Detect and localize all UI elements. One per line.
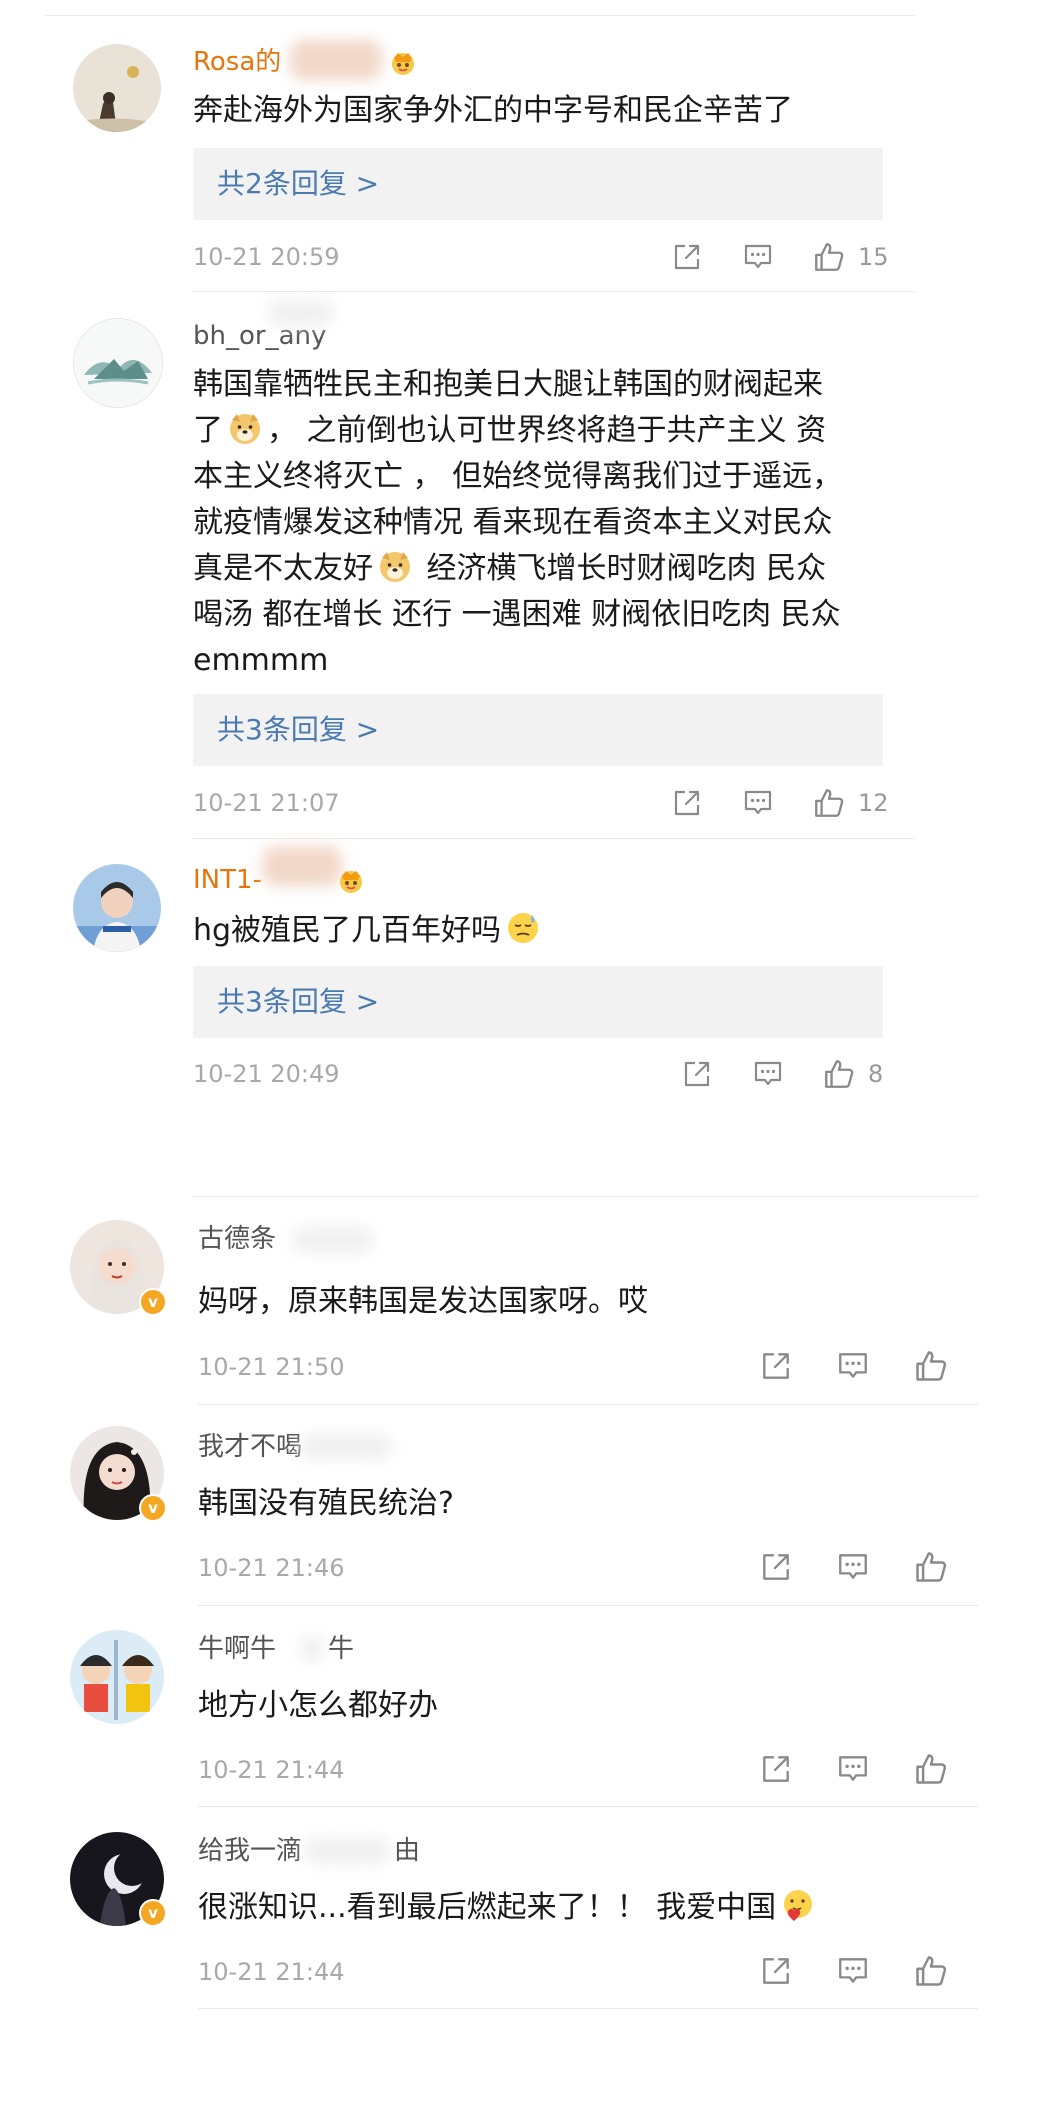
timestamp: 10-21 21:50 [198,1353,345,1381]
top-divider [45,15,915,16]
replies-link[interactable]: 共3条回复 > [193,694,883,766]
blurred-name-mask [290,40,382,80]
timestamp: 10-21 20:59 [193,243,340,271]
thumbs-up-icon[interactable] [812,786,846,820]
timestamp: 10-21 21:46 [198,1554,345,1582]
blurred-name-mask [268,300,334,326]
avatar[interactable] [73,318,163,408]
like-count: 15 [858,243,889,271]
thumbs-up-icon[interactable] [913,1751,949,1787]
comment-text: 韩国靠牺牲民主和抱美日大腿让韩国的财阀起来 了， 之前倒也认可世界终将趋于共产主… [193,362,842,684]
username[interactable]: 牛啊牛 [198,1633,276,1665]
username[interactable]: 古德条 [198,1223,276,1255]
thumbs-up-icon[interactable] [913,1348,949,1384]
share-icon[interactable] [759,1349,793,1383]
comment-line: 韩国靠牺牲民主和抱美日大腿让韩国的财阀起来 [193,367,823,402]
comment-text: 很涨知识...看到最后燃起来了！！ 我爱中国 [198,1885,820,1931]
share-icon[interactable] [671,787,703,819]
thumbs-up-icon[interactable] [913,1953,949,1989]
share-icon[interactable] [759,1752,793,1786]
comment-icon[interactable] [836,1550,870,1584]
verified-badge-icon: v [139,1288,167,1316]
comment-icon[interactable] [836,1349,870,1383]
avatar[interactable] [73,44,161,132]
comment-icon[interactable] [836,1752,870,1786]
comment-divider [198,1605,978,1606]
replies-link-label: 共3条回复 > [217,985,380,1018]
comment-line: 了， 之前倒也认可世界终将趋于共产主义 资 [193,408,842,454]
share-icon[interactable] [681,1058,713,1090]
comment-icon[interactable] [742,787,774,819]
username[interactable]: INT1- [193,864,262,896]
timestamp: 10-21 21:44 [198,1958,345,1986]
like-count: 12 [858,789,889,817]
username-suffix: 由 [394,1836,421,1866]
timestamp: 10-21 21:07 [193,789,340,817]
username-suffix: 牛 [328,1634,355,1664]
comment-icon[interactable] [752,1058,784,1090]
blurred-name-mask [304,1838,390,1864]
avatar[interactable] [70,1630,164,1724]
comment-divider [193,838,915,839]
username[interactable]: 我才不喝 [198,1431,302,1463]
comment-icon[interactable] [742,241,774,273]
timestamp: 10-21 20:49 [193,1060,340,1088]
comment-line: 就疫情爆发这种情况 看来现在看资本主义对民众 [193,505,833,540]
comment-text: hg被殖民了几百年好吗 [193,908,545,954]
comment-text: 妈呀，原来韩国是发达国家呀。哎 [198,1284,648,1319]
vip-crown-icon [388,48,418,76]
verified-badge-icon: v [139,1899,167,1927]
vip-crown-icon [336,866,366,894]
sweat-emoji-icon [505,910,541,946]
replies-link-label: 共3条回复 > [217,713,380,746]
blurred-name-mask [300,1636,324,1662]
comment-text: 地方小怎么都好办 [198,1688,438,1723]
replies-link-label: 共2条回复 > [217,167,380,200]
like-count: 8 [868,1060,884,1088]
thumbs-up-icon[interactable] [822,1057,856,1091]
share-icon[interactable] [759,1954,793,1988]
username[interactable]: Rosa的 [193,46,281,78]
comment-text: 奔赴海外为国家争外汇的中字号和民企辛苦了 [193,93,793,128]
avatar[interactable] [73,864,161,952]
replies-link[interactable]: 共3条回复 > [193,966,883,1038]
blurred-name-mask [300,1434,392,1460]
comment-divider [198,2008,978,2009]
verified-badge-icon: v [139,1494,167,1522]
heart-emoji-icon [780,1887,816,1923]
doge-emoji-icon [377,548,413,584]
timestamp: 10-21 21:44 [198,1756,345,1784]
username[interactable]: 给我一滴 [198,1835,302,1867]
share-icon[interactable] [671,241,703,273]
thumbs-up-icon[interactable] [913,1549,949,1585]
comment-line: 本主义终将灭亡 ， 但始终觉得离我们过于遥远， [193,459,843,494]
thumbs-up-icon[interactable] [812,240,846,274]
section-divider [193,1196,978,1197]
blurred-name-mask [292,1227,374,1253]
comment-divider [198,1806,978,1807]
share-icon[interactable] [759,1550,793,1584]
comment-line: emmmm [193,643,329,678]
doge-emoji-icon [227,410,263,446]
comment-divider [193,291,915,292]
comment-divider [198,1404,978,1405]
comment-line: 真是不太友好 经济横飞增长时财阀吃肉 民众 [193,546,842,592]
blurred-name-mask [262,846,342,886]
replies-link[interactable]: 共2条回复 > [193,148,883,220]
comment-line: 喝汤 都在增长 还行 一遇困难 财阀依旧吃肉 民众 [193,597,841,632]
comment-icon[interactable] [836,1954,870,1988]
comment-text: 韩国没有殖民统治? [198,1486,454,1521]
